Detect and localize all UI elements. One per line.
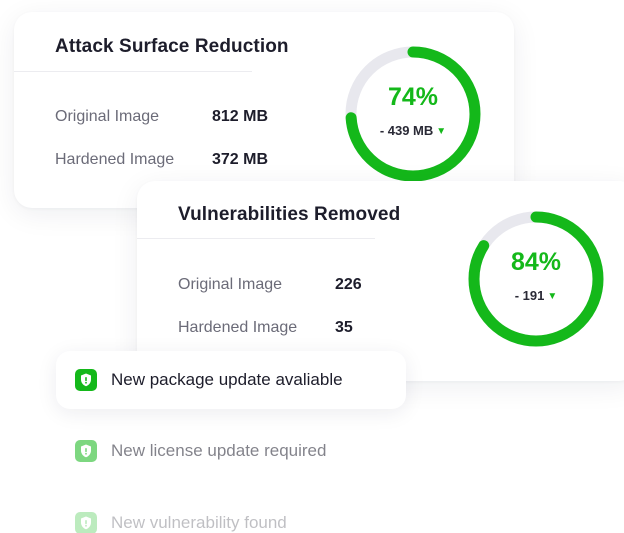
gauge-percent: 74% bbox=[387, 83, 439, 111]
double-arrow-down-icon: ▼ bbox=[436, 126, 447, 137]
notification-item[interactable]: New package update avaliable bbox=[56, 351, 406, 409]
gauge-delta: - 191 ▼ bbox=[465, 288, 607, 303]
notification-text: New vulnerability found bbox=[111, 513, 287, 532]
attack-surface-card: Attack Surface Reduction Original Image … bbox=[14, 12, 514, 208]
notification-text: New license update required bbox=[111, 441, 327, 460]
vulnerabilities-gauge: 84% - 191 ▼ bbox=[465, 208, 607, 350]
shield-icon bbox=[75, 369, 97, 391]
shield-icon bbox=[75, 512, 97, 533]
hardened-vuln-count: 35 bbox=[335, 319, 353, 336]
hardened-image-label: Hardened Image bbox=[178, 319, 298, 336]
shield-icon bbox=[75, 440, 97, 462]
gauge-delta-text: - 191 bbox=[514, 288, 545, 303]
original-image-size: 812 MB bbox=[212, 108, 269, 125]
stage: Attack Surface Reduction Original Image … bbox=[0, 0, 624, 533]
attack-surface-gauge: 74% - 439 MB ▼ bbox=[342, 43, 484, 185]
original-vuln-count: 226 bbox=[335, 276, 362, 293]
notification-item[interactable]: New vulnerability found bbox=[56, 500, 406, 533]
vulnerabilities-title: Vulnerabilities Removed bbox=[178, 204, 401, 225]
gauge-delta-text: - 439 MB bbox=[379, 123, 434, 138]
hardened-image-label: Hardened Image bbox=[55, 151, 175, 168]
hardened-image-size: 372 MB bbox=[212, 151, 269, 168]
gauge-ring bbox=[345, 46, 481, 182]
attack-surface-title: Attack Surface Reduction bbox=[55, 36, 289, 57]
gauge-ring bbox=[468, 211, 604, 347]
original-image-label: Original Image bbox=[55, 108, 160, 125]
notification-item[interactable]: New license update required bbox=[56, 428, 406, 474]
notification-text: New package update avaliable bbox=[111, 370, 343, 389]
gauge-delta: - 439 MB ▼ bbox=[342, 123, 484, 138]
original-image-label: Original Image bbox=[178, 276, 283, 293]
card-divider bbox=[137, 238, 375, 239]
gauge-percent: 84% bbox=[510, 248, 562, 276]
double-arrow-down-icon: ▼ bbox=[547, 291, 558, 302]
card-divider bbox=[14, 71, 252, 72]
